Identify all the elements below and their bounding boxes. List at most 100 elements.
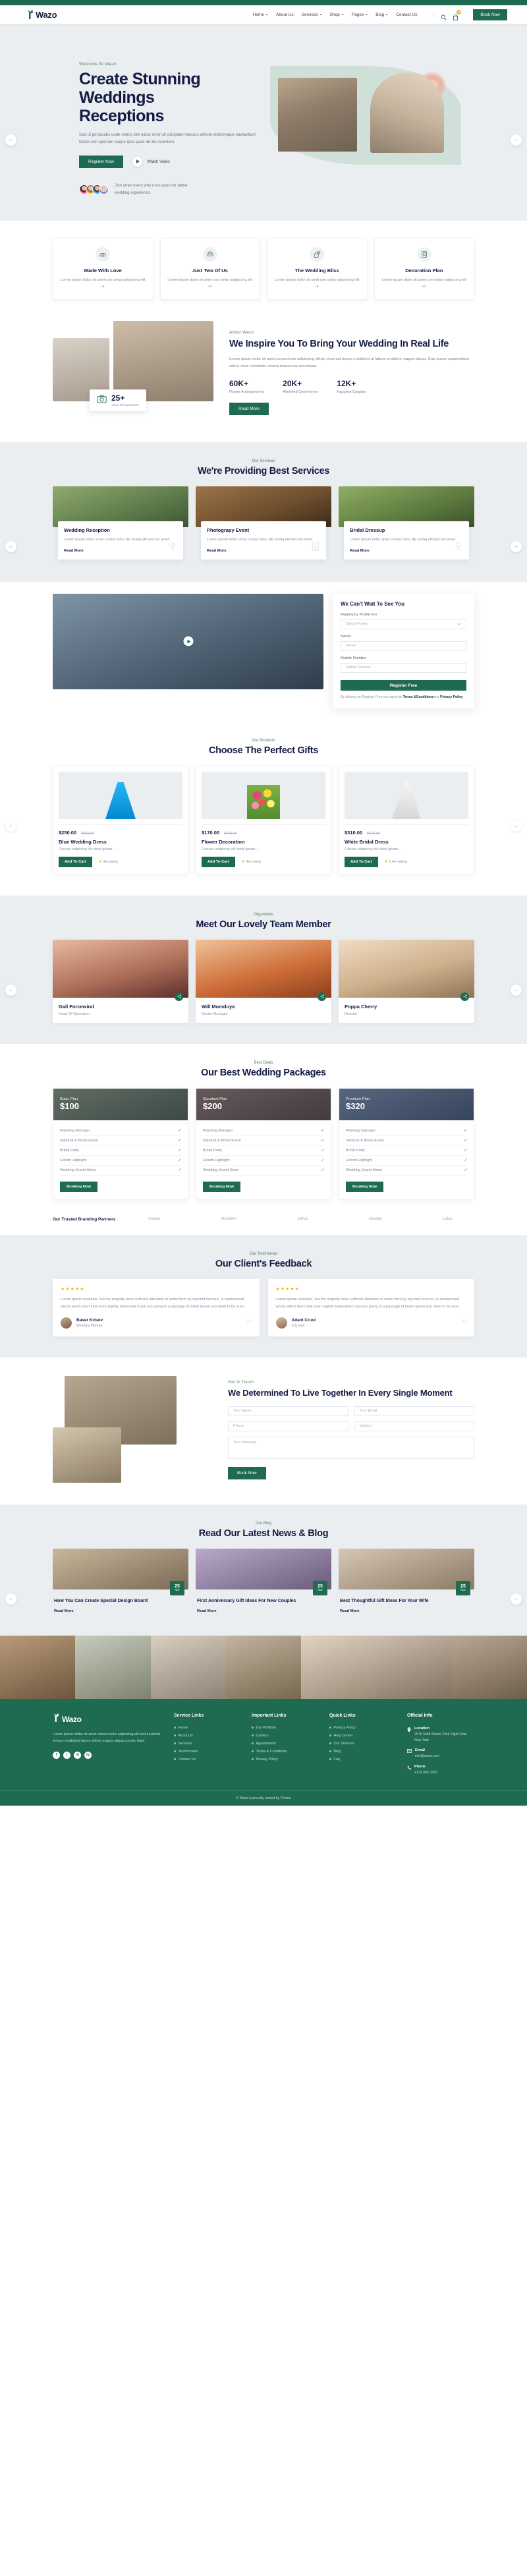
hero-next-arrow[interactable]: →: [511, 134, 522, 146]
blog-read-more-link[interactable]: Read More: [54, 1609, 187, 1613]
search-icon[interactable]: [441, 12, 447, 20]
footer-link[interactable]: Our Portfolio: [252, 1724, 319, 1732]
blog-read-more-link[interactable]: Read More: [340, 1609, 473, 1613]
service-card[interactable]: Wedding Reception Lorem ipsum dolor amet…: [53, 486, 188, 559]
add-to-cart-button[interactable]: Add To Cart: [345, 856, 378, 867]
product-card[interactable]: $170.00 $210.00 Flower Decoration Consec…: [196, 765, 331, 874]
footer-link[interactable]: About Us: [174, 1732, 241, 1740]
contact-message-textarea[interactable]: Your Message: [228, 1436, 474, 1459]
footer-link[interactable]: Faq: [329, 1756, 397, 1763]
gallery-image[interactable]: [0, 1635, 76, 1699]
nav-item-contact[interactable]: Contact Us: [396, 13, 417, 17]
profile-select[interactable]: Select Profile: [341, 619, 466, 629]
footer-link[interactable]: Privacy Policy: [329, 1724, 397, 1732]
instagram-icon[interactable]: ig: [84, 1751, 92, 1759]
share-icon[interactable]: [175, 992, 183, 1001]
package-card[interactable]: Premium Plan $320 Planning Manager ✓ Nati…: [339, 1087, 474, 1200]
contact-email-input[interactable]: Your Email: [354, 1406, 474, 1416]
team-member-card[interactable]: Poppa Cherry Director: [339, 939, 474, 1023]
watch-video-button[interactable]: Watch Video: [132, 156, 170, 167]
register-free-button[interactable]: Register Free: [341, 680, 466, 691]
name-input-placeholder: Name: [346, 644, 356, 648]
team-prev-arrow[interactable]: ←: [5, 984, 16, 996]
add-to-cart-button[interactable]: Add To Cart: [59, 856, 92, 867]
footer-link[interactable]: Appointment: [252, 1740, 319, 1748]
feature-card[interactable]: Decoration Plan Lorem ipsum dolor sit am…: [374, 237, 474, 301]
gallery-image[interactable]: [75, 1635, 151, 1699]
blog-card[interactable]: 25 Nov Best Thoughtful Gift Ideas For Yo…: [339, 1548, 474, 1613]
services-next-arrow[interactable]: →: [511, 541, 522, 553]
facebook-icon[interactable]: f: [53, 1751, 60, 1759]
feature-card[interactable]: The Wedding Bliss Lorem ipsum dolor sit …: [267, 237, 368, 301]
gallery-image[interactable]: [451, 1635, 527, 1699]
booking-now-button[interactable]: Booking Now: [346, 1181, 384, 1192]
register-now-button[interactable]: Register Now: [79, 155, 124, 168]
footer-link[interactable]: Privacy Policy: [252, 1756, 319, 1763]
footer-link[interactable]: Help Center: [329, 1732, 397, 1740]
mobile-input[interactable]: Mobile Number: [341, 662, 466, 673]
twitter-icon[interactable]: t: [63, 1751, 70, 1759]
blog-card[interactable]: 25 Nov How You Can Create Special Design…: [53, 1548, 188, 1613]
team-member-card[interactable]: Gail Forcewind Head Of Operation: [53, 939, 188, 1023]
nav-item-shop[interactable]: Shop: [330, 13, 344, 17]
service-card[interactable]: Bridal Dressup Lorem ipsum dolor amet co…: [339, 486, 474, 559]
gallery-image[interactable]: [376, 1635, 452, 1699]
blog-read-more-link[interactable]: Read More: [197, 1609, 330, 1613]
package-card[interactable]: Basic Plan $100 Planning Manager ✓ Nation…: [53, 1087, 188, 1200]
footer-link[interactable]: Careers: [252, 1732, 319, 1740]
booking-video-thumbnail[interactable]: [53, 593, 323, 689]
service-read-more-link[interactable]: Read More: [64, 549, 177, 553]
product-card[interactable]: $250.00 $550.00 Blue Wedding Dress Conse…: [53, 765, 188, 874]
footer-link[interactable]: Testimonials: [174, 1748, 241, 1756]
team-next-arrow[interactable]: →: [511, 984, 522, 996]
play-icon[interactable]: [183, 636, 193, 646]
book-now-button[interactable]: Book Now: [473, 9, 507, 20]
about-read-more-button[interactable]: Read More: [229, 403, 269, 416]
feature-card[interactable]: Made With Love Lorem ipsum dolor sit ame…: [53, 237, 153, 301]
footer-link[interactable]: Contact Us: [174, 1756, 241, 1763]
nav-item-home[interactable]: Home: [253, 13, 268, 17]
footer-link[interactable]: Terms & Conditions: [252, 1748, 319, 1756]
nav-item-pages[interactable]: Pages: [352, 13, 368, 17]
gallery-image[interactable]: [301, 1635, 377, 1699]
package-card[interactable]: Standard Plan $200 Planning Manager ✓ Nat…: [196, 1087, 331, 1200]
nav-item-services[interactable]: Services: [302, 13, 322, 17]
linkedin-icon[interactable]: in: [74, 1751, 81, 1759]
contact-phone-input[interactable]: Phone: [228, 1421, 348, 1431]
blog-prev-arrow[interactable]: ←: [5, 1593, 16, 1605]
gallery-image[interactable]: [150, 1635, 226, 1699]
cart-icon[interactable]: 10: [453, 9, 462, 20]
booking-now-button[interactable]: Booking Now: [203, 1181, 241, 1192]
feature-card[interactable]: Just Two Of Us Lorem ipsum dolor sit ame…: [159, 237, 260, 301]
nav-item-blog[interactable]: Blog: [375, 13, 389, 17]
service-read-more-link[interactable]: Read More: [207, 549, 320, 553]
service-card[interactable]: Photograpy Event Lorem ipsum dolor amet …: [196, 486, 331, 559]
hero-prev-arrow[interactable]: ←: [5, 134, 16, 146]
share-icon[interactable]: [460, 992, 469, 1001]
logo[interactable]: Wazo: [20, 10, 119, 20]
product-card[interactable]: $310.00 $550.00 White Bridal Dress Conse…: [339, 765, 474, 874]
gallery-image[interactable]: [225, 1635, 302, 1699]
team-member-card[interactable]: Will Mumduya Senior Manager: [196, 939, 331, 1023]
blog-card[interactable]: 25 Nov First Anniversary Gift Ideas For …: [196, 1548, 331, 1613]
footer-link[interactable]: Our Services: [329, 1740, 397, 1748]
footer-logo[interactable]: Wazo: [53, 1713, 163, 1725]
nav-item-about[interactable]: About Us: [276, 13, 294, 17]
contact-subject-input[interactable]: Subject: [354, 1421, 474, 1431]
footer-link[interactable]: Home: [174, 1724, 241, 1732]
service-read-more-link[interactable]: Read More: [350, 549, 463, 553]
footer-link[interactable]: Services: [174, 1740, 241, 1748]
contact-name-input[interactable]: Your Name: [228, 1406, 348, 1416]
booking-now-button[interactable]: Booking Now: [60, 1181, 98, 1192]
contact-book-now-button[interactable]: Book Now: [228, 1466, 266, 1479]
share-icon[interactable]: [318, 992, 326, 1001]
privacy-policy-link[interactable]: Privacy Policy: [440, 695, 463, 699]
add-to-cart-button[interactable]: Add To Cart: [202, 856, 235, 867]
footer-link[interactable]: Blog: [329, 1748, 397, 1756]
blog-next-arrow[interactable]: →: [511, 1593, 522, 1605]
services-prev-arrow[interactable]: ←: [5, 541, 16, 553]
terms-conditions-link[interactable]: Terms &Conditions: [403, 695, 434, 699]
products-next-arrow[interactable]: →: [511, 820, 522, 832]
products-prev-arrow[interactable]: ←: [5, 820, 16, 832]
name-input[interactable]: Name: [341, 641, 466, 651]
